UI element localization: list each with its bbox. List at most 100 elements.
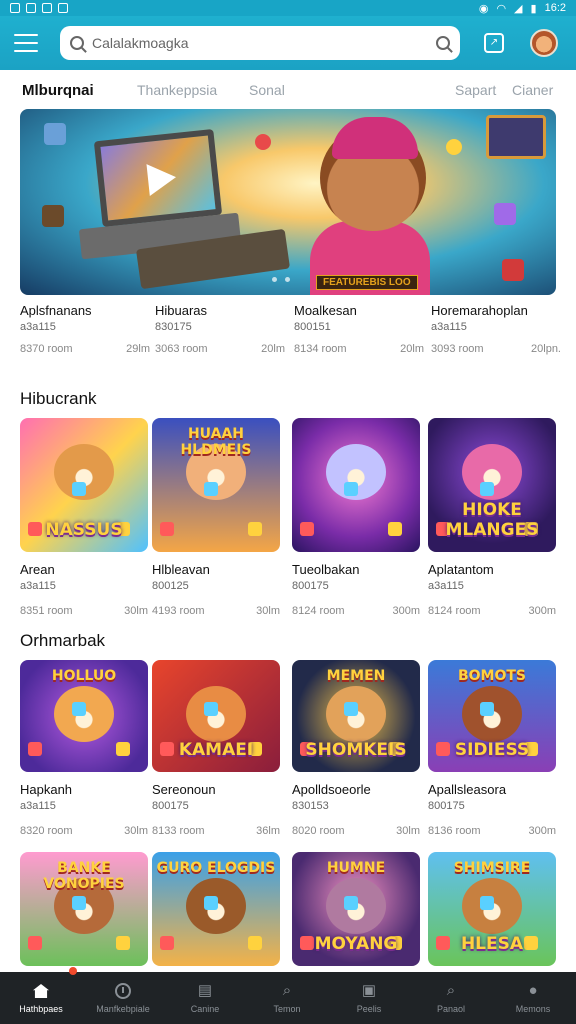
item-title: Hapkanh <box>20 782 73 797</box>
featured-item[interactable]: Horemarahoplan a3a115 3093 room 20lpn. <box>431 303 561 355</box>
status-bar: ◉ ◠ ◢ ▮ 16:2 <box>0 0 576 16</box>
featured-item[interactable]: Aplsfnanans a3a115 8370 room 29lm <box>20 303 150 355</box>
item-duration: 30lm <box>124 825 148 837</box>
nav-item[interactable]: ⌕ Temon <box>246 972 328 1024</box>
item-rooms: 8320 room <box>20 825 73 837</box>
tab-2[interactable]: Sonal <box>249 82 285 98</box>
item-title: Hibuaras <box>155 303 208 318</box>
item-subtitle: 800175 <box>428 800 465 812</box>
notification-icon <box>26 3 36 13</box>
home-icon <box>32 982 50 1000</box>
game-art[interactable]: MEMEN SHOMKEIS <box>292 660 420 772</box>
game-art-title: SHIMSIRE <box>453 860 531 876</box>
notification-icon <box>10 3 20 13</box>
item-title: Apallsleasora <box>428 782 507 797</box>
game-card[interactable]: BANKE VONOPIES <box>20 852 148 966</box>
category-tabs: Mlburqnai Thankeppsia Sonal Sapart Ciane… <box>0 76 576 104</box>
gem-decoration <box>480 702 494 716</box>
game-art[interactable]: BOMOTS SIDIESS <box>428 660 556 772</box>
item-title: Aplsfnanans <box>20 303 92 318</box>
game-card[interactable]: MEMEN SHOMKEIS Apolldsoeorle 830153 8020 roo… <box>292 660 420 837</box>
tab-1[interactable]: Thankeppsia <box>137 82 217 98</box>
item-stats: 8124 room 300m <box>428 605 556 617</box>
item-duration: 30lm <box>256 605 280 617</box>
item-subtitle: 800125 <box>152 580 189 592</box>
nav-item-label: Canine <box>190 1004 220 1014</box>
item-subtitle: 830153 <box>292 800 329 812</box>
menu-icon[interactable] <box>14 34 38 52</box>
game-art[interactable]: NASSUS <box>20 418 148 552</box>
game-art-logo: MOYANG <box>314 934 398 954</box>
game-art[interactable]: KAMAEI <box>152 660 280 772</box>
tablet-icon[interactable]: ↗ <box>484 33 504 53</box>
item-subtitle: a3a115 <box>431 321 467 333</box>
item-stats: 8020 room 30lm <box>292 825 420 837</box>
nav-item[interactable]: Manfkebpiale <box>82 972 164 1024</box>
item-stats: 8351 room 30lm <box>20 605 148 617</box>
item-rooms: 8124 room <box>292 605 345 617</box>
nav-item[interactable]: ● Memons <box>492 972 574 1024</box>
nav-item[interactable]: ⌕ Panaol <box>410 972 492 1024</box>
gem-decoration <box>248 936 262 950</box>
carousel-dots[interactable] <box>272 277 290 282</box>
nav-item-label: Memons <box>515 1004 551 1014</box>
notification-icon <box>58 3 68 13</box>
item-duration: 36lm <box>256 825 280 837</box>
item-subtitle: 800175 <box>152 800 189 812</box>
game-card[interactable]: Tueolbakan 800175 8124 room 300m <box>292 418 420 617</box>
nav-item[interactable]: ▤ Canine <box>164 972 246 1024</box>
person-icon: ● <box>528 982 538 999</box>
cube-decoration <box>42 205 64 227</box>
game-art[interactable]: HUAAH HLDMEIS <box>152 418 280 552</box>
game-art[interactable] <box>292 418 420 552</box>
nav-item-label: Peelis <box>356 1004 382 1014</box>
game-card[interactable]: HOLLUO Hapkanh a3a115 8320 room 30lm <box>20 660 148 837</box>
featured-item[interactable]: Hibuaras 830175 3063 room 20lm <box>155 303 285 355</box>
item-stats: 8320 room 30lm <box>20 825 148 837</box>
game-card[interactable]: BOMOTS SIDIESS Apallsleasora 800175 8136 roo… <box>428 660 556 837</box>
game-art-title: HOLLUO <box>51 668 117 684</box>
item-title: Aplatantom <box>428 562 494 577</box>
game-card[interactable]: HUAAH HLDMEIS Hlbleavan 800125 4193 room 30l… <box>152 418 280 617</box>
item-stats: 4193 room 30lm <box>152 605 280 617</box>
item-stats: 8133 room 36lm <box>152 825 280 837</box>
game-card[interactable]: HUMNE MOYANG <box>292 852 420 966</box>
game-art[interactable]: BANKE VONOPIES <box>20 852 148 966</box>
gem-decoration <box>204 482 218 496</box>
tab-0[interactable]: Mlburqnai <box>22 82 94 99</box>
featured-item[interactable]: Moalkesan 800151 8134 room 20lm <box>294 303 424 355</box>
game-card[interactable]: HIOKE MLANGES Aplatantom a3a115 8124 room 30… <box>428 418 556 617</box>
wifi-icon: ◠ <box>496 2 507 15</box>
game-card[interactable]: KAMAEI Sereonoun 800175 8133 room 36lm <box>152 660 280 837</box>
avatar[interactable] <box>530 29 558 57</box>
game-art[interactable]: HIOKE MLANGES <box>428 418 556 552</box>
search-bar[interactable] <box>60 26 460 60</box>
game-art[interactable]: HOLLUO <box>20 660 148 772</box>
game-card[interactable]: NASSUS Arean a3a115 8351 room 30lm <box>20 418 148 617</box>
tab-3[interactable]: Sapart <box>455 82 496 98</box>
nav-item-label: Temon <box>273 1004 301 1014</box>
item-rooms: 8351 room <box>20 605 73 617</box>
nav-item[interactable]: ▣ Peelis <box>328 972 410 1024</box>
bottom-navigation: Hathbpaes Manfkebpiale ▤ Canine ⌕ Temon ▣ Peeli… <box>0 972 576 1024</box>
status-time: 16:2 <box>544 2 566 14</box>
item-duration: 30lm <box>124 605 148 617</box>
hero-banner[interactable]: FEATUREBIS LOO <box>20 109 556 295</box>
game-art[interactable]: GURO ELOGDIS <box>152 852 280 966</box>
game-art[interactable]: HUMNE MOYANG <box>292 852 420 966</box>
game-card[interactable]: GURO ELOGDIS <box>152 852 280 966</box>
game-art[interactable]: SHIMSIRE HLESA <box>428 852 556 966</box>
search-input[interactable] <box>92 35 428 51</box>
tab-4[interactable]: Cianer <box>512 82 553 98</box>
cube-decoration <box>502 259 524 281</box>
game-art-logo: SIDIESS <box>454 740 530 760</box>
nav-item[interactable]: Hathbpaes <box>0 972 82 1024</box>
gem-decoration <box>160 522 174 536</box>
item-subtitle: a3a115 <box>20 580 56 592</box>
gem-decoration <box>28 936 42 950</box>
cube-decoration <box>446 139 462 155</box>
game-card[interactable]: SHIMSIRE HLESA <box>428 852 556 966</box>
item-stats: 3093 room 20lpn. <box>431 343 561 355</box>
laptop-illustration <box>93 128 223 228</box>
search-icon[interactable] <box>436 36 450 50</box>
